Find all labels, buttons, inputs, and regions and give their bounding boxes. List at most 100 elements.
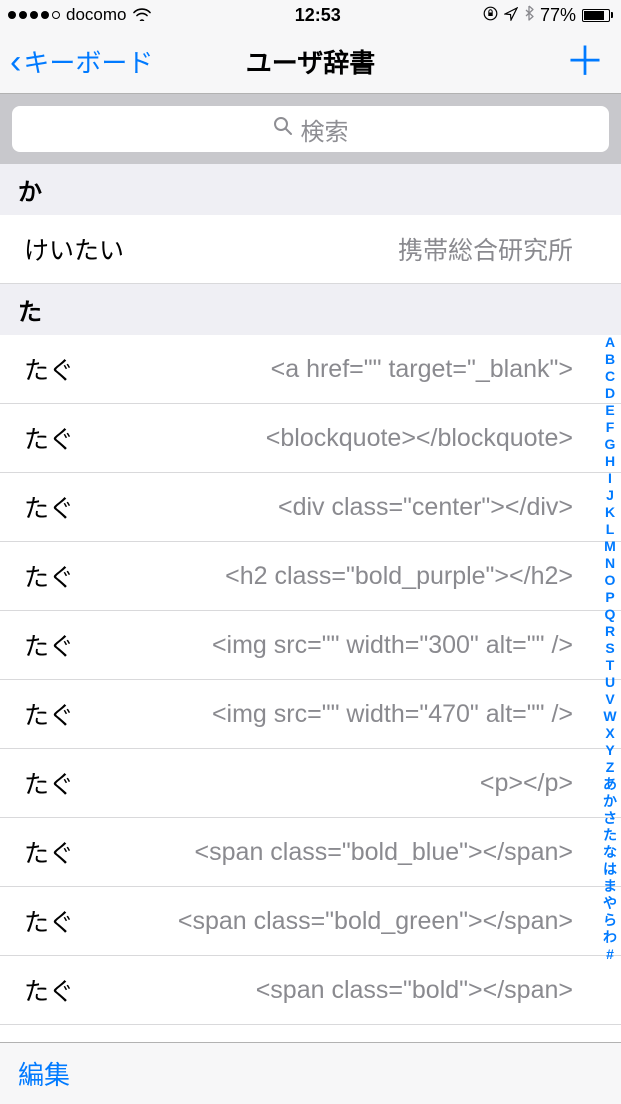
shortcut-text: たぐ: [24, 903, 74, 939]
index-letter[interactable]: X: [601, 725, 619, 742]
index-letter[interactable]: A: [601, 334, 619, 351]
search-icon: [273, 115, 293, 143]
rotation-lock-icon: [483, 5, 498, 26]
index-letter[interactable]: は: [601, 861, 619, 878]
index-letter[interactable]: J: [601, 487, 619, 504]
chevron-left-icon: ‹: [10, 45, 21, 79]
back-button[interactable]: ‹ キーボード: [10, 43, 160, 80]
edit-button[interactable]: 編集: [18, 1055, 70, 1092]
location-icon: [504, 5, 518, 26]
phrase-text: <div class="center"></div>: [86, 493, 573, 522]
phrase-text: <p></p>: [86, 769, 573, 798]
shortcut-text: たぐ: [24, 420, 74, 456]
shortcut-text: たぐ: [24, 351, 74, 387]
index-letter[interactable]: わ: [601, 929, 619, 946]
dictionary-row[interactable]: たぐ <a href="" target="_blank">: [0, 335, 621, 404]
index-letter[interactable]: F: [601, 419, 619, 436]
phrase-text: <span class="bold"></span>: [86, 976, 573, 1005]
index-letter[interactable]: V: [601, 691, 619, 708]
index-letter[interactable]: さ: [601, 810, 619, 827]
dictionary-row[interactable]: たぐ <span class="bold_green"></span>: [0, 887, 621, 956]
index-letter[interactable]: あ: [601, 776, 619, 793]
bottom-toolbar: 編集: [0, 1042, 621, 1104]
index-letter[interactable]: L: [601, 521, 619, 538]
status-right: 77%: [483, 5, 613, 26]
index-letter[interactable]: B: [601, 351, 619, 368]
phrase-text: <h2 class="bold_purple"></h2>: [86, 562, 573, 591]
shortcut-text: たぐ: [24, 972, 74, 1008]
wifi-icon: [132, 5, 152, 26]
index-letter[interactable]: H: [601, 453, 619, 470]
phrase-text: <span class="bold_green"></span>: [86, 907, 573, 936]
index-letter[interactable]: C: [601, 368, 619, 385]
index-letter[interactable]: Y: [601, 742, 619, 759]
clock: 12:53: [295, 5, 341, 26]
shortcut-text: たぐ: [24, 489, 74, 525]
index-letter[interactable]: Q: [601, 606, 619, 623]
index-letter[interactable]: Z: [601, 759, 619, 776]
search-placeholder: 検索: [301, 112, 349, 147]
index-letter[interactable]: N: [601, 555, 619, 572]
index-letter[interactable]: た: [601, 827, 619, 844]
shortcut-text: たぐ: [24, 627, 74, 663]
shortcut-text: たぐ: [24, 834, 74, 870]
index-letter[interactable]: や: [601, 895, 619, 912]
battery-percent: 77%: [540, 5, 576, 26]
dictionary-row[interactable]: たぐ <div class="center"></div>: [0, 473, 621, 542]
index-letter[interactable]: D: [601, 385, 619, 402]
phrase-text: <img src="" width="470" alt="" />: [86, 700, 573, 729]
dictionary-row[interactable]: たぐ <span class="bold"></span>: [0, 956, 621, 1025]
add-button[interactable]: ＋: [461, 42, 611, 82]
status-left: docomo: [8, 5, 152, 26]
index-letter[interactable]: W: [601, 708, 619, 725]
index-letter[interactable]: K: [601, 504, 619, 521]
back-label: キーボード: [23, 43, 153, 80]
index-letter[interactable]: G: [601, 436, 619, 453]
index-letter[interactable]: ら: [601, 912, 619, 929]
search-bar-container: 検索: [0, 94, 621, 164]
phrase-text: <blockquote></blockquote>: [86, 424, 573, 453]
shortcut-text: たぐ: [24, 765, 74, 801]
shortcut-text: たぐ: [24, 1041, 74, 1042]
dictionary-row[interactable]: たぐ <img src="" width="470" alt="" />: [0, 680, 621, 749]
shortcut-text: たぐ: [24, 558, 74, 594]
dictionary-list[interactable]: か けいたい 携帯総合研究所 た たぐ <a href="" target="_…: [0, 164, 621, 1042]
dictionary-row[interactable]: たぐ <blockquote></blockquote>: [0, 404, 621, 473]
section-index[interactable]: ABCDEFGHIJKLMNOPQRSTUVWXYZあかさたなはまやらわ#: [601, 334, 619, 963]
carrier-label: docomo: [66, 5, 126, 25]
index-letter[interactable]: な: [601, 844, 619, 861]
index-letter[interactable]: ま: [601, 878, 619, 895]
index-letter[interactable]: か: [601, 793, 619, 810]
index-letter[interactable]: #: [601, 946, 619, 963]
signal-strength-icon: [8, 11, 60, 19]
phrase-text: <img src="" width="300" alt="" />: [86, 631, 573, 660]
shortcut-text: たぐ: [24, 696, 74, 732]
section-header: か: [0, 164, 621, 215]
bluetooth-icon: [524, 5, 534, 26]
status-bar: docomo 12:53 77%: [0, 0, 621, 30]
dictionary-row[interactable]: たぐ <p></p>: [0, 749, 621, 818]
dictionary-row[interactable]: たぐ <img src="" width="300" alt="" />: [0, 611, 621, 680]
section-header: た: [0, 284, 621, 335]
phrase-text: 携帯総合研究所: [136, 231, 573, 267]
battery-icon: [582, 9, 613, 22]
index-letter[interactable]: I: [601, 470, 619, 487]
nav-bar: ‹ キーボード ユーザ辞書 ＋: [0, 30, 621, 94]
search-input[interactable]: 検索: [12, 106, 609, 152]
index-letter[interactable]: T: [601, 657, 619, 674]
dictionary-row[interactable]: たぐ <span class="bold_blue"></span>: [0, 818, 621, 887]
phrase-text: <a href="" target="_blank">: [86, 355, 573, 384]
dictionary-row[interactable]: たぐ <h2 class="bold_purple"></h2>: [0, 542, 621, 611]
index-letter[interactable]: P: [601, 589, 619, 606]
index-letter[interactable]: O: [601, 572, 619, 589]
index-letter[interactable]: M: [601, 538, 619, 555]
shortcut-text: けいたい: [24, 231, 124, 267]
index-letter[interactable]: U: [601, 674, 619, 691]
phrase-text: <span class="bold_blue"></span>: [86, 838, 573, 867]
page-title: ユーザ辞書: [246, 43, 375, 80]
dictionary-row[interactable]: たぐ <span class="photo_copyright">Photo B…: [0, 1025, 621, 1042]
index-letter[interactable]: E: [601, 402, 619, 419]
dictionary-row[interactable]: けいたい 携帯総合研究所: [0, 215, 621, 284]
index-letter[interactable]: R: [601, 623, 619, 640]
index-letter[interactable]: S: [601, 640, 619, 657]
